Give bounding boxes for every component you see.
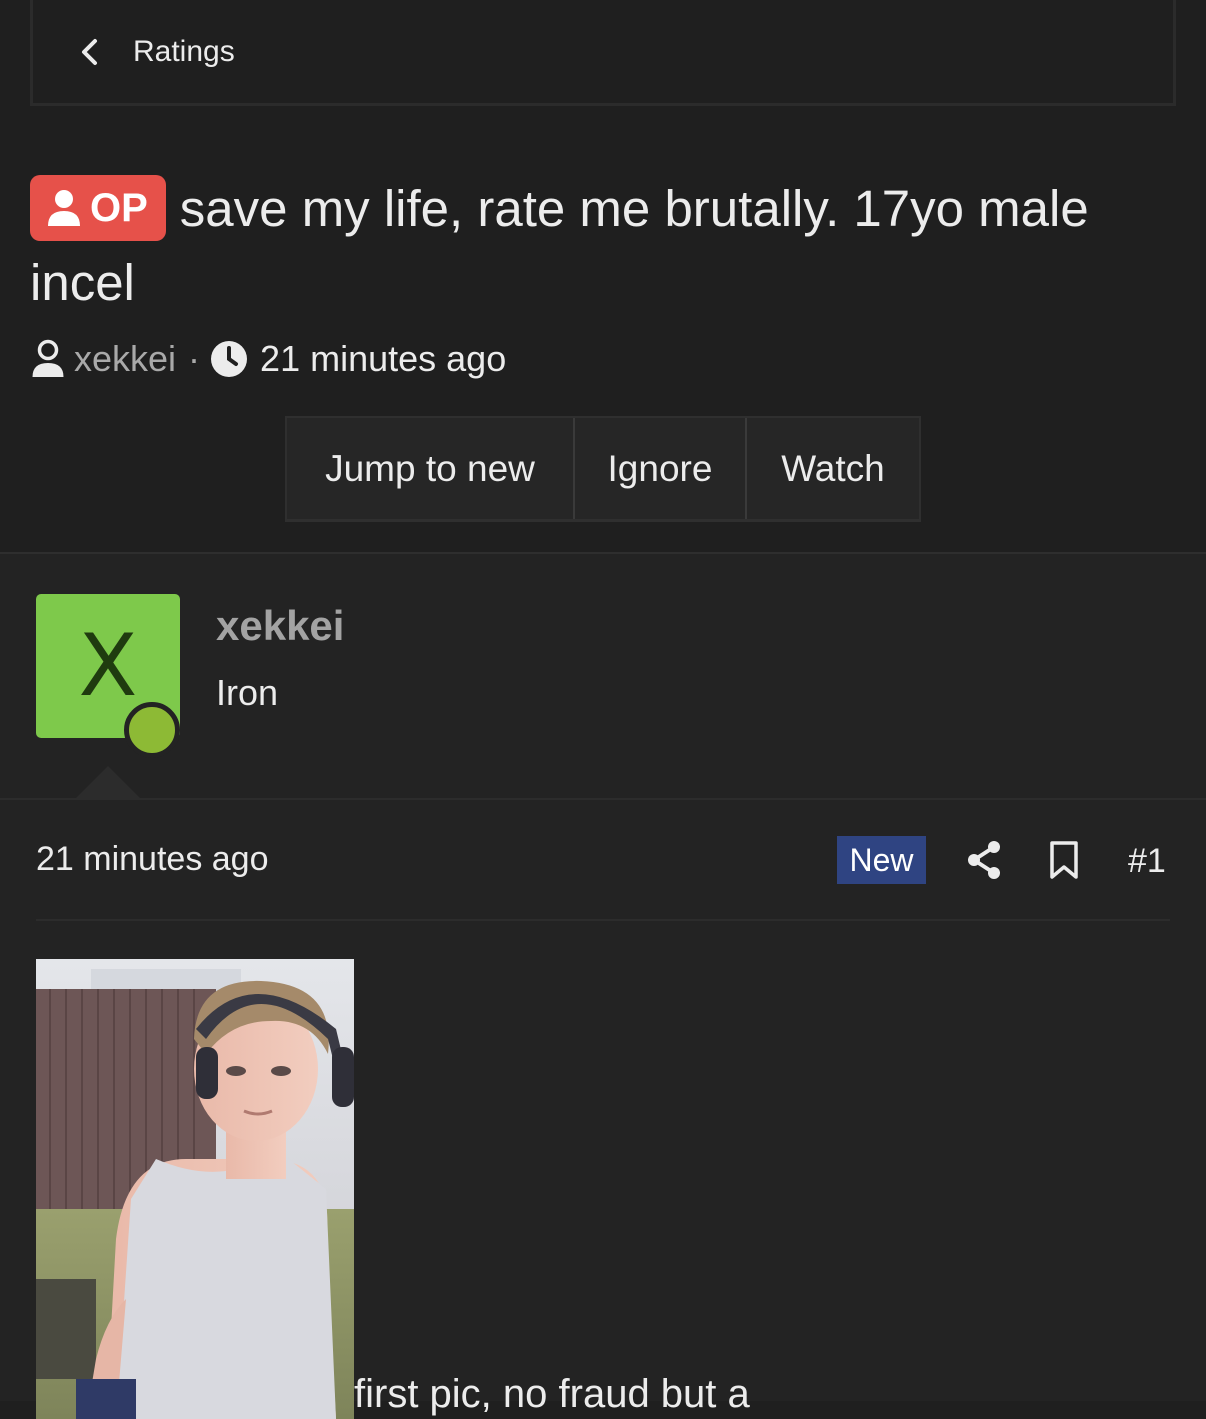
thread-author-link[interactable]: xekkei (74, 338, 176, 380)
post-number-link[interactable]: #1 (1128, 842, 1166, 881)
post: X xekkei Iron 21 minutes ago New #1 firs… (0, 552, 1206, 1419)
new-badge: New (837, 836, 926, 884)
ignore-button[interactable]: Ignore (575, 418, 747, 519)
chevron-left-icon (79, 38, 101, 65)
post-photo[interactable] (36, 959, 354, 1419)
thread-title: OP save my life, rate me brutally. 17yo … (30, 172, 1180, 320)
jump-to-new-button[interactable]: Jump to new (287, 418, 575, 519)
user-title: Iron (216, 672, 279, 713)
divider (36, 919, 1170, 921)
divider (0, 798, 1206, 800)
op-badge: OP (30, 175, 166, 241)
post-body-text: first pic, no fraud but a (354, 1372, 750, 1416)
meta-separator: · (188, 338, 201, 379)
thread-actions: Jump to new Ignore Watch (285, 416, 921, 522)
message-arrow (76, 766, 140, 798)
post-username[interactable]: xekkei (216, 602, 344, 650)
watch-button[interactable]: Watch (747, 418, 919, 519)
user-icon (32, 339, 64, 377)
post-time[interactable]: 21 minutes ago (36, 840, 269, 879)
share-icon[interactable] (966, 840, 1002, 880)
thread-meta: xekkei · 21 minutes ago (30, 336, 506, 382)
bookmark-icon[interactable] (1048, 840, 1080, 880)
op-badge-label: OP (90, 186, 148, 230)
user-icon (48, 190, 80, 226)
breadcrumb-link[interactable]: Ratings (133, 35, 235, 69)
thread-time[interactable]: 21 minutes ago (260, 338, 506, 380)
clock-icon (211, 341, 248, 377)
thread-title-text: save my life, rate me brutally. 17yo mal… (30, 180, 1089, 311)
online-status-indicator (124, 702, 180, 758)
breadcrumb[interactable]: Ratings (30, 0, 1176, 106)
